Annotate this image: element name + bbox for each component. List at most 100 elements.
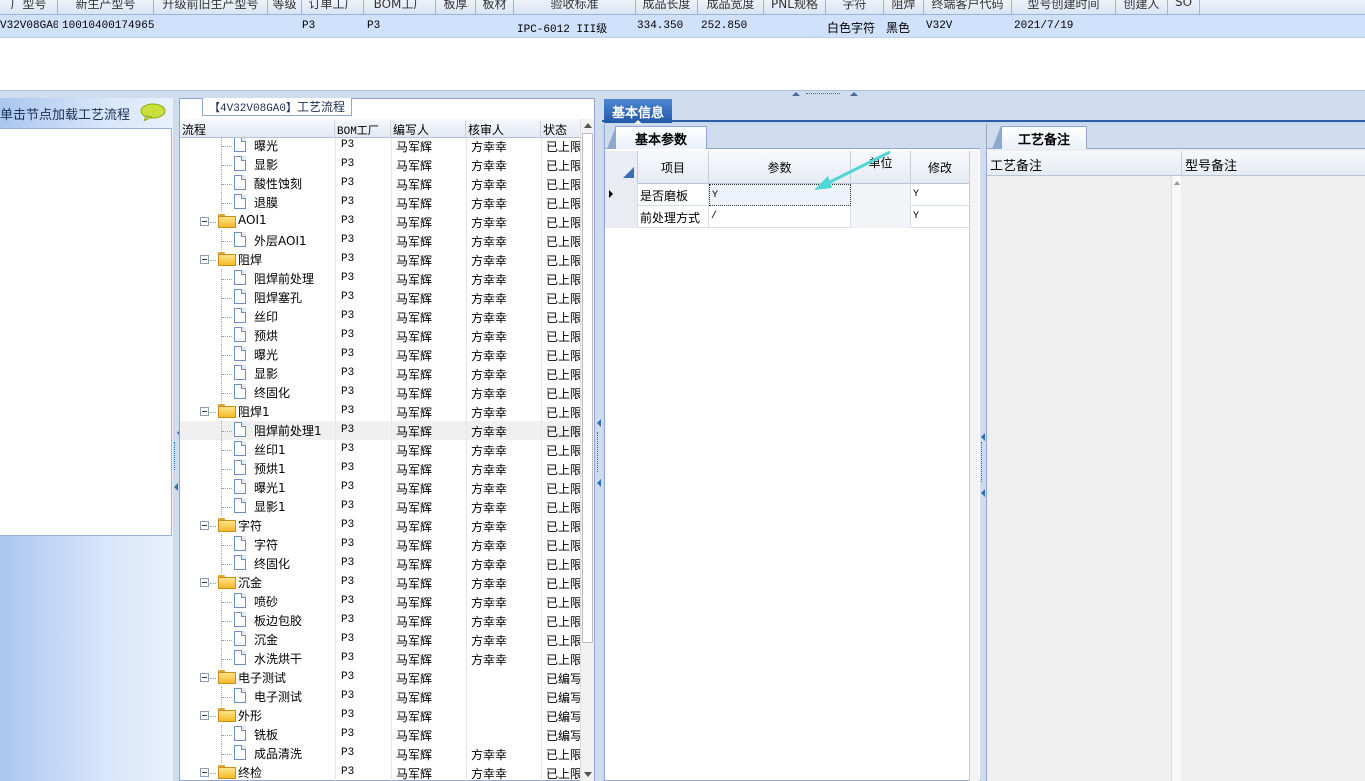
tree-row[interactable]: 终固化 P3 马军辉 方幸幸 已上限 — [180, 383, 580, 402]
tree-row[interactable]: 阻焊前处理 P3 马军辉 方幸幸 已上限 — [180, 269, 580, 288]
tree-row[interactable]: 沉金 P3 马军辉 方幸幸 已上限 — [180, 573, 580, 592]
collapse-left-icon[interactable] — [981, 486, 985, 500]
row-indicator[interactable] — [605, 206, 638, 228]
tree-row[interactable]: 曝光 P3 马军辉 方幸幸 已上限 — [180, 345, 580, 364]
scroll-thumb[interactable] — [582, 133, 593, 643]
table-row[interactable]: 是否磨板 Y Y — [605, 184, 979, 206]
tree-row[interactable]: 退膜 P3 马军辉 方幸幸 已上限 — [180, 193, 580, 212]
col-header-so[interactable]: SO — [1168, 0, 1200, 15]
tree-row[interactable]: 电子测试 P3 马军辉 已编写 — [180, 687, 580, 706]
col-header-flow[interactable]: 流程 — [180, 121, 335, 138]
tree-row[interactable]: 电子测试 P3 马军辉 已编写 — [180, 668, 580, 687]
col-header-modify[interactable]: 修改 — [911, 151, 970, 184]
tree-row[interactable]: 成品清洗 P3 马军辉 方幸幸 已上限 — [180, 744, 580, 763]
params-scrollbar[interactable] — [969, 151, 979, 781]
col-header-reviewer[interactable]: 核审人 — [466, 121, 541, 138]
col-header-thickness[interactable]: 板厚 — [436, 0, 476, 15]
col-header-silkscreen[interactable]: 字符 — [826, 0, 884, 15]
tree-row[interactable]: 曝光 P3 马军辉 方幸幸 已上限 — [180, 138, 580, 155]
col-header-acceptance[interactable]: 验收标准 — [514, 0, 636, 15]
row-header-corner[interactable] — [605, 151, 638, 184]
tree-row[interactable]: 预烘 P3 马军辉 方幸幸 已上限 — [180, 326, 580, 345]
scroll-up-icon[interactable] — [1172, 178, 1182, 188]
col-header-process-remark[interactable]: 工艺备注 — [987, 151, 1182, 176]
tree-row[interactable]: 曝光1 P3 马军辉 方幸幸 已上限 — [180, 478, 580, 497]
col-header-old-model[interactable]: 升级前旧生产型号 — [154, 0, 268, 15]
col-header-length[interactable]: 成品长度 — [636, 0, 698, 15]
tree-row[interactable]: 铣板 P3 马军辉 已编写 — [180, 725, 580, 744]
horizontal-splitter[interactable] — [0, 90, 1365, 98]
tree-row[interactable]: 外形 P3 马军辉 已编写 — [180, 706, 580, 725]
tree-row[interactable]: 显影 P3 马军辉 方幸幸 已上限 — [180, 364, 580, 383]
tab-basic-params[interactable]: 基本参数 — [615, 126, 707, 149]
tree-row[interactable]: 酸性蚀刻 P3 马军辉 方幸幸 已上限 — [180, 174, 580, 193]
tree-row[interactable]: 丝印 P3 马军辉 方幸幸 已上限 — [180, 307, 580, 326]
process-tree[interactable]: 曝光 P3 马军辉 方幸幸 已上限 显影 P3 马军辉 方幸幸 已上限 酸性蚀刻 P3 马军辉 方幸幸 已上… — [180, 138, 580, 781]
tree-row[interactable]: 显影1 P3 马军辉 方幸幸 已上限 — [180, 497, 580, 516]
col-header-new-model[interactable]: 新生产型号 — [58, 0, 154, 15]
scroll-down-icon[interactable] — [584, 772, 592, 777]
model-tree-area[interactable] — [0, 128, 172, 536]
remark-scrollbar[interactable] — [1171, 176, 1181, 781]
tree-scrollbar[interactable] — [580, 119, 594, 781]
tree-row[interactable]: 阻焊前处理1 P3 马军辉 方幸幸 已上限 — [180, 421, 580, 440]
col-header-author[interactable]: 编写人 — [391, 121, 466, 138]
cell-reviewer: 方幸幸 — [471, 558, 508, 572]
tab-basic-info[interactable]: 基本信息 — [604, 99, 672, 125]
collapse-icon[interactable] — [200, 673, 209, 682]
col-header-customer-code[interactable]: 终端客户代码 — [924, 0, 1012, 15]
tree-row[interactable]: 显影 P3 马军辉 方幸幸 已上限 — [180, 155, 580, 174]
vertical-splitter[interactable] — [595, 98, 602, 781]
tree-row[interactable]: AOI1 P3 马军辉 方幸幸 已上限 — [180, 212, 580, 231]
tree-row[interactable]: 丝印1 P3 马军辉 方幸幸 已上限 — [180, 440, 580, 459]
value-input[interactable]: / — [709, 206, 851, 228]
collapse-icon[interactable] — [200, 768, 209, 777]
col-header-grade[interactable]: 等级 — [268, 0, 302, 15]
collapse-icon[interactable] — [200, 711, 209, 720]
tree-row[interactable]: 字符 P3 马军辉 方幸幸 已上限 — [180, 516, 580, 535]
tab-process-remarks[interactable]: 工艺备注 — [1001, 126, 1087, 149]
tree-row[interactable]: 喷砂 P3 马军辉 方幸幸 已上限 — [180, 592, 580, 611]
col-header-bom-factory[interactable]: BOM工厂 — [335, 121, 391, 138]
tree-row[interactable]: 阻焊塞孔 P3 马军辉 方幸幸 已上限 — [180, 288, 580, 307]
col-header-factory-model[interactable]: 厂型号 — [0, 0, 58, 15]
tree-row[interactable]: 板边包胶 P3 马军辉 方幸幸 已上限 — [180, 611, 580, 630]
tree-row[interactable]: 字符 P3 马军辉 方幸幸 已上限 — [180, 535, 580, 554]
collapse-icon[interactable] — [200, 578, 209, 587]
tree-row[interactable]: 终检 P3 马军辉 方幸幸 已上限 — [180, 763, 580, 781]
collapse-up-icon[interactable] — [792, 92, 800, 96]
col-header-model-remark[interactable]: 型号备注 — [1182, 151, 1365, 176]
collapse-up-icon[interactable] — [850, 92, 858, 96]
scroll-up-icon[interactable] — [584, 123, 592, 128]
col-header-pnl-spec[interactable]: PNL规格 — [764, 0, 826, 15]
tree-row[interactable]: 阻焊 P3 马军辉 方幸幸 已上限 — [180, 250, 580, 269]
tree-row[interactable]: 阻焊1 P3 马军辉 方幸幸 已上限 — [180, 402, 580, 421]
tree-row[interactable]: 水洗烘干 P3 马军辉 方幸幸 已上限 — [180, 649, 580, 668]
tree-row[interactable]: 终固化 P3 马军辉 方幸幸 已上限 — [180, 554, 580, 573]
collapse-icon[interactable] — [200, 217, 209, 226]
collapse-icon[interactable] — [200, 255, 209, 264]
collapse-left-icon[interactable] — [597, 476, 601, 490]
col-header-material[interactable]: 板材 — [476, 0, 514, 15]
model-remark-textarea[interactable] — [1182, 176, 1365, 781]
tree-row[interactable]: 预烘1 P3 马军辉 方幸幸 已上限 — [180, 459, 580, 478]
col-header-status[interactable]: 状态 — [541, 121, 580, 138]
col-header-bom-factory[interactable]: BOM工厂 — [364, 0, 436, 15]
collapse-icon[interactable] — [200, 407, 209, 416]
table-row[interactable]: V32V08GA0 10010400174965 P3 P3 IPC-6012 … — [0, 15, 1365, 38]
row-indicator[interactable] — [605, 184, 638, 206]
col-header-item[interactable]: 项目 — [638, 151, 709, 184]
col-header-created[interactable]: 型号创建时间 — [1012, 0, 1116, 15]
chat-bubble-icon[interactable] — [140, 103, 166, 121]
col-header-soldermask[interactable]: 阻焊 — [884, 0, 924, 15]
collapse-left-icon[interactable] — [597, 416, 601, 430]
col-header-width[interactable]: 成品宽度 — [698, 0, 764, 15]
tree-row[interactable]: 外层AOI1 P3 马军辉 方幸幸 已上限 — [180, 231, 580, 250]
table-row[interactable]: 前处理方式 / Y — [605, 206, 979, 228]
tree-row[interactable]: 沉金 P3 马军辉 方幸幸 已上限 — [180, 630, 580, 649]
col-header-creator[interactable]: 创建人 — [1116, 0, 1168, 15]
process-remark-textarea[interactable] — [987, 176, 1181, 781]
collapse-left-icon[interactable] — [174, 480, 178, 491]
collapse-icon[interactable] — [200, 521, 209, 530]
col-header-order-factory[interactable]: 订单工厂 — [302, 0, 364, 15]
